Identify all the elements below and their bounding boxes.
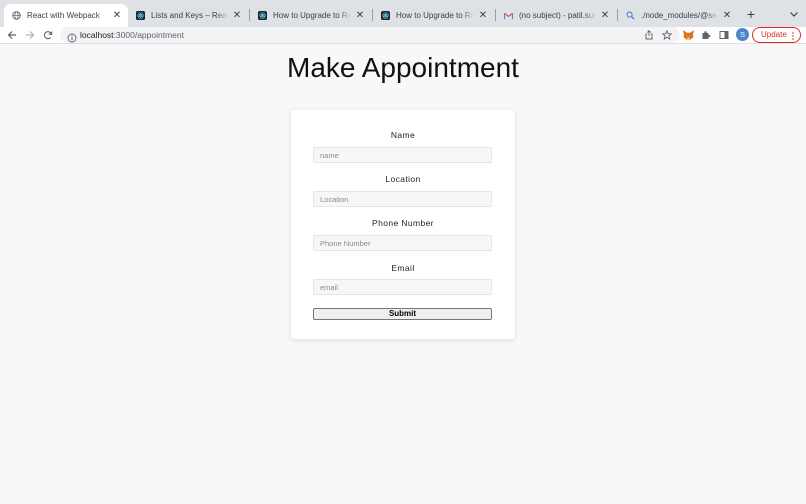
page-title: Make Appointment <box>287 52 519 83</box>
close-icon[interactable]: ✕ <box>478 10 488 21</box>
close-icon[interactable]: ✕ <box>232 10 242 21</box>
reload-icon[interactable] <box>41 28 55 42</box>
phone-number-label: Phone Number <box>372 218 434 228</box>
url-path: :3000/appointment <box>113 30 184 40</box>
appointment-form: Name Location Phone Number Email Submit <box>291 110 515 339</box>
tab-title: React with Webpack <box>27 11 100 20</box>
tab-upgrade-react-2[interactable]: How to Upgrade to React 18 ✕ <box>373 4 494 27</box>
tab-title: ./node_modules/@sendgrid <box>641 11 718 20</box>
close-icon[interactable]: ✕ <box>112 10 122 21</box>
submit-button[interactable]: Submit <box>313 308 492 320</box>
back-arrow-icon[interactable] <box>5 28 19 42</box>
react-icon <box>258 11 267 20</box>
tab-strip: React with Webpack ✕ Lists and Keys – Re… <box>0 0 806 27</box>
tab-title: Lists and Keys – React <box>151 11 228 20</box>
browser-toolbar: localhost:3000/appointment S Update <box>0 27 806 43</box>
gmail-icon <box>504 11 513 20</box>
new-tab-button[interactable]: + <box>744 7 758 21</box>
name-label: Name <box>390 130 416 140</box>
close-icon[interactable]: ✕ <box>600 10 610 21</box>
phone-number-input[interactable] <box>313 235 492 251</box>
url-host: localhost <box>80 30 114 40</box>
forward-arrow-icon[interactable] <box>23 28 37 42</box>
tab-node-modules[interactable]: ./node_modules/@sendgrid ✕ <box>618 4 738 27</box>
site-info-icon[interactable] <box>67 30 77 43</box>
tab-lists-and-keys[interactable]: Lists and Keys – React ✕ <box>128 4 248 27</box>
email-input[interactable] <box>313 279 492 295</box>
tab-react-with-webpack[interactable]: React with Webpack ✕ <box>4 4 128 27</box>
tab-gmail[interactable]: (no subject) - patil.suryal0 ✕ <box>496 4 616 27</box>
address-bar[interactable]: localhost:3000/appointment <box>60 27 680 43</box>
update-label: Update <box>761 30 787 39</box>
react-icon <box>136 11 145 20</box>
tab-search-chevron-icon[interactable] <box>788 8 800 20</box>
close-icon[interactable]: ✕ <box>722 10 732 21</box>
update-button[interactable]: Update <box>752 27 801 43</box>
location-input[interactable] <box>313 191 492 207</box>
react-icon <box>381 11 390 20</box>
profile-avatar[interactable]: S <box>736 28 749 41</box>
share-icon[interactable] <box>642 28 656 42</box>
more-menu-icon[interactable] <box>792 31 794 40</box>
search-icon <box>626 11 635 20</box>
email-label: Email <box>391 263 415 273</box>
tab-title: (no subject) - patil.suryal0 <box>519 11 596 20</box>
extensions-puzzle-icon[interactable] <box>699 28 713 42</box>
tab-upgrade-react-1[interactable]: How to Upgrade to React 18 ✕ <box>250 4 371 27</box>
tab-title: How to Upgrade to React 18 <box>396 11 474 20</box>
side-panel-icon[interactable] <box>717 28 731 42</box>
location-label: Location <box>385 174 421 184</box>
tab-title: How to Upgrade to React 18 <box>273 11 351 20</box>
metamask-fox-icon[interactable] <box>681 28 695 42</box>
url-text: localhost:3000/appointment <box>80 29 184 41</box>
globe-icon <box>12 11 21 20</box>
bookmark-star-icon[interactable] <box>660 28 674 42</box>
name-input[interactable] <box>313 147 492 163</box>
page-content: Make Appointment Name Location Phone Num… <box>0 44 806 504</box>
close-icon[interactable]: ✕ <box>355 10 365 21</box>
